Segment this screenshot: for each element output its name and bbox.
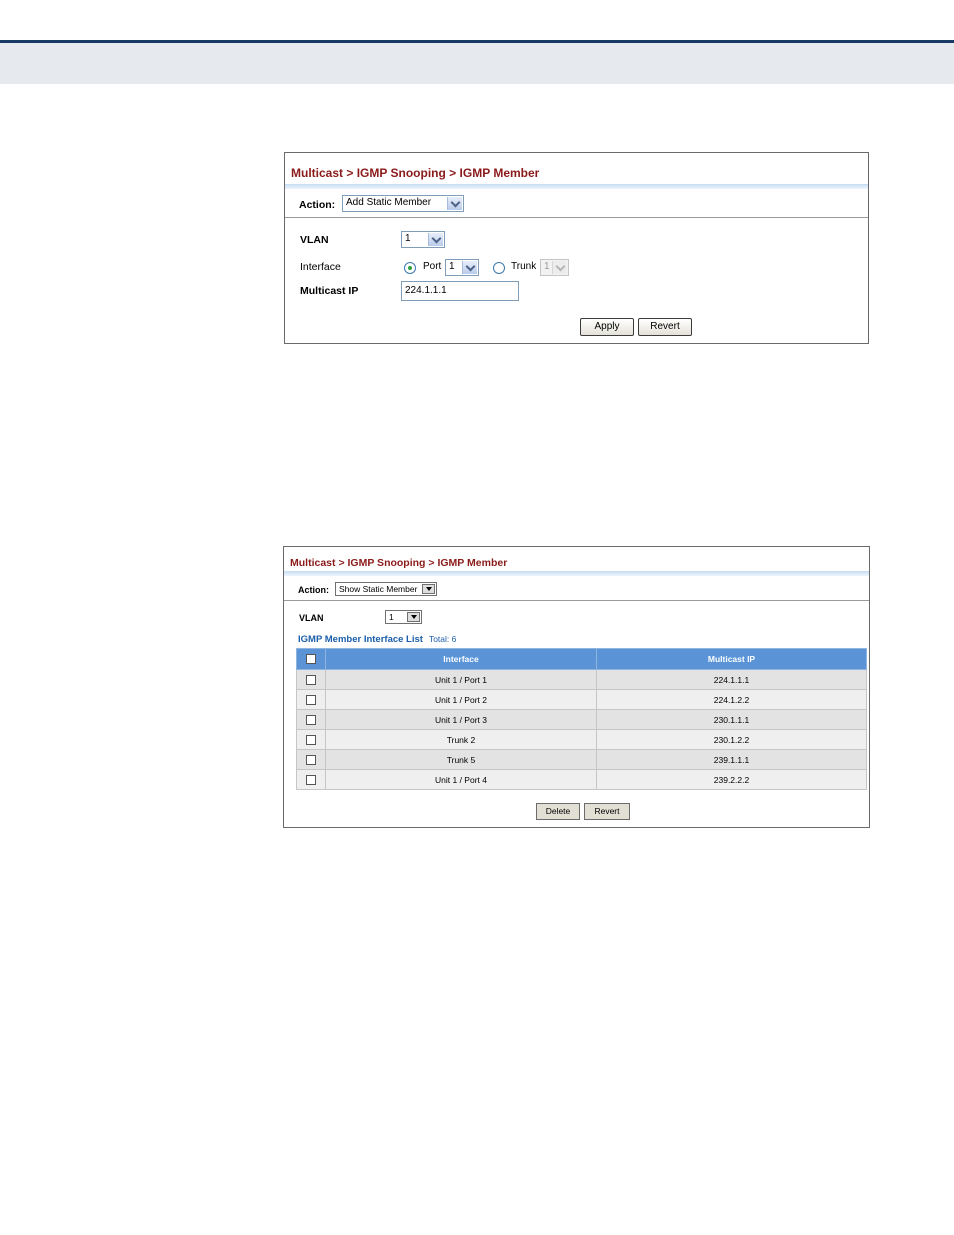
table-row: Unit 1 / Port 1 224.1.1.1 [296,669,867,690]
breadcrumb-igmp-member: IGMP Member [459,166,540,180]
action-bar: Action: Show Static Member [284,578,869,601]
row-select-cell [296,669,326,690]
show-static-member-panel: Multicast > IGMP Snooping > IGMP Member … [283,546,870,828]
table-row: Trunk 5 239.1.1.1 [296,749,867,770]
chevron-down-icon [422,584,435,594]
row-select-cell [296,689,326,710]
table-row: Unit 1 / Port 3 230.1.1.1 [296,709,867,730]
row-select-cell [296,749,326,770]
chevron-down-icon [407,612,420,622]
select-all-cell [296,648,326,670]
breadcrumb-igmp-member: IGMP Member [437,557,508,569]
interface-cell: Unit 1 / Port 4 [325,769,597,790]
action-label: Action: [299,199,336,211]
multicast-ip-value: 224.1.1.1 [405,285,447,296]
multicast-ip-label: Multicast IP [300,285,359,297]
row-checkbox[interactable] [306,734,316,745]
revert-button[interactable]: Revert [638,318,692,336]
action-select-value: Show Static Member [339,584,418,594]
page-header-band [0,43,954,84]
multicast-ip-cell: 224.1.2.2 [596,689,867,710]
add-static-member-panel: Multicast > IGMP Snooping > IGMP Member … [284,152,869,344]
member-list-title: IGMP Member Interface List Total: 6 [298,634,456,645]
column-header-multicast-ip: Multicast IP [596,648,867,670]
row-checkbox[interactable] [306,714,316,725]
action-select[interactable]: Show Static Member [335,582,437,596]
vlan-label: VLAN [300,234,329,246]
row-checkbox[interactable] [306,674,316,685]
port-select-value: 1 [449,261,455,272]
interface-cell: Trunk 2 [325,729,597,750]
member-total-count: Total: 6 [428,634,457,644]
table-row: Unit 1 / Port 2 224.1.2.2 [296,689,867,710]
breadcrumb-separator: > [346,166,354,180]
row-checkbox[interactable] [306,754,316,765]
multicast-ip-cell: 230.1.2.2 [596,729,867,750]
header-gradient-band [285,184,868,189]
row-select-cell [296,769,326,790]
vlan-select[interactable]: 1 [401,231,445,248]
chevron-down-icon [552,261,567,274]
header-gradient-band [284,571,869,576]
revert-button[interactable]: Revert [584,803,630,820]
vlan-select-value: 1 [405,233,411,244]
action-bar: Action: Add Static Member [285,190,868,218]
igmp-member-table: Interface Multicast IP Unit 1 / Port 1 2… [296,648,867,790]
breadcrumb: Multicast > IGMP Snooping > IGMP Member [291,166,539,180]
row-select-cell [296,709,326,730]
interface-cell: Trunk 5 [325,749,597,770]
interface-cell: Unit 1 / Port 3 [325,709,597,730]
interface-label: Interface [300,261,341,273]
multicast-ip-cell: 239.2.2.2 [596,769,867,790]
interface-cell: Unit 1 / Port 2 [325,689,597,710]
table-row: Unit 1 / Port 4 239.2.2.2 [296,769,867,790]
breadcrumb-separator: > [338,557,345,569]
breadcrumb-separator: > [428,557,435,569]
trunk-select[interactable]: 1 [540,259,569,276]
action-select-value: Add Static Member [346,197,432,208]
multicast-ip-cell: 239.1.1.1 [596,749,867,770]
port-label: Port [423,261,442,272]
breadcrumb-multicast[interactable]: Multicast [290,557,336,569]
breadcrumb-igmp-snooping[interactable]: IGMP Snooping [348,557,426,569]
vlan-label: VLAN [299,613,324,623]
breadcrumb-igmp-snooping[interactable]: IGMP Snooping [357,166,446,180]
row-select-cell [296,729,326,750]
breadcrumb: Multicast > IGMP Snooping > IGMP Member [290,557,507,569]
select-all-checkbox[interactable] [306,654,316,665]
delete-button[interactable]: Delete [536,803,580,820]
port-radio[interactable] [404,262,416,274]
chevron-down-icon [462,261,477,274]
chevron-down-icon [428,233,443,246]
interface-cell: Unit 1 / Port 1 [325,669,597,690]
breadcrumb-separator: > [449,166,457,180]
multicast-ip-input[interactable]: 224.1.1.1 [401,281,519,301]
trunk-select-value: 1 [544,261,550,272]
chevron-down-icon [447,197,462,210]
breadcrumb-multicast[interactable]: Multicast [291,166,343,180]
apply-button[interactable]: Apply [580,318,634,336]
port-select[interactable]: 1 [445,259,479,276]
table-header-row: Interface Multicast IP [296,648,867,670]
action-select[interactable]: Add Static Member [342,195,464,212]
table-row: Trunk 2 230.1.2.2 [296,729,867,750]
trunk-radio[interactable] [493,262,505,274]
row-checkbox[interactable] [306,694,316,705]
column-header-interface: Interface [325,648,597,670]
vlan-select-value: 1 [389,612,394,622]
member-list-title-text: IGMP Member Interface List [298,634,423,645]
multicast-ip-cell: 230.1.1.1 [596,709,867,730]
vlan-select[interactable]: 1 [385,610,422,624]
row-checkbox[interactable] [306,774,316,785]
action-label: Action: [298,585,329,595]
trunk-label: Trunk [511,261,537,272]
multicast-ip-cell: 224.1.1.1 [596,669,867,690]
